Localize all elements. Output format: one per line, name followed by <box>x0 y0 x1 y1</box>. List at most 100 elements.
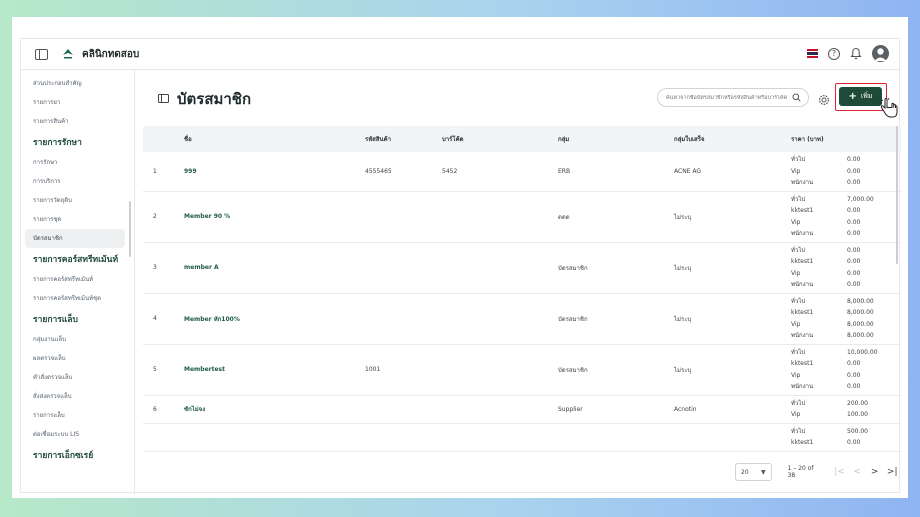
row-receipt-group: ไม่ระบุ <box>674 365 790 375</box>
column-header-name[interactable]: ชื่อ <box>181 134 365 144</box>
row-name[interactable]: member A <box>181 264 365 271</box>
search-input[interactable] <box>666 94 792 101</box>
sidebar-item[interactable]: ส่วนประกอบสำคัญ <box>25 74 125 93</box>
help-icon[interactable]: ? <box>828 47 840 60</box>
column-header-receipt-group[interactable]: กลุ่มใบเสร็จ <box>674 134 790 144</box>
row-group-text: บัตรสมาชิก <box>558 315 588 323</box>
row-index: 1 <box>143 168 181 175</box>
table-row[interactable]: 3 member A บัตรสมาชิก ไม่ระบุ ทั่วไป 0.00 kkte… <box>143 243 901 294</box>
price-value: 0.00 <box>847 371 861 379</box>
rows-per-page-select[interactable]: 20 ▼ <box>735 463 772 481</box>
sidebar-item[interactable]: ผลตรวจแล็บ <box>25 349 125 368</box>
avatar[interactable] <box>872 45 889 62</box>
row-group-text: ERB <box>558 167 571 175</box>
row-name[interactable]: Member หัก100% <box>181 314 365 324</box>
price-value: 100.00 <box>847 411 868 418</box>
thai-flag-icon[interactable] <box>807 49 818 59</box>
price-line: ทั่วไป 500.00 <box>791 426 900 438</box>
price-line: พนักงาน 8,000.00 <box>791 330 900 342</box>
price-tier: kktest1 <box>791 309 814 316</box>
sidebar-item[interactable]: ต่อเชื่อมระบบ LIS <box>25 425 125 444</box>
sidebar-item[interactable]: รายการวัตถุดิบ <box>25 191 125 210</box>
sidebar-toggle-icon[interactable] <box>35 48 48 60</box>
row-group-text: บัตรสมาชิก <box>558 366 588 374</box>
main-content: บัตรสมาชิก + เพิ่ม <box>135 70 901 494</box>
price-tier: ทั่วไป <box>791 156 806 163</box>
row-name[interactable]: ซักไม่จง <box>181 404 365 414</box>
row-receipt-group-text: Acnotin <box>674 405 697 413</box>
last-page-icon[interactable]: >| <box>883 467 901 477</box>
prev-page-icon[interactable]: < <box>848 467 866 477</box>
price-tier: kktest1 <box>791 258 814 265</box>
row-index-text: 1 <box>153 167 157 175</box>
price-line: kktest1 8,000.00 <box>791 307 900 319</box>
table-row[interactable]: 5 Membertest 1001 บัตรสมาชิก ไม่ระบุ ทั่วไป 10… <box>143 345 901 396</box>
search-box[interactable] <box>657 88 809 107</box>
sidebar-item[interactable]: รายการสินค้า <box>25 112 125 131</box>
hand-cursor-icon <box>879 97 899 123</box>
price-value: 500.00 <box>847 427 868 435</box>
row-receipt-group: ไม่ระบุ <box>674 212 790 222</box>
price-line: Vip 0.00 <box>791 217 900 229</box>
next-page-icon[interactable]: > <box>866 467 884 477</box>
price-value: 10,000.00 <box>847 348 878 356</box>
table-row[interactable]: 2 Member 90 % ดดด ไม่ระบุ ทั่วไป 7,000.00 kkte… <box>143 192 901 243</box>
row-receipt-group: ไม่ระบุ <box>674 314 790 324</box>
price-value: 0.00 <box>847 246 861 254</box>
gear-icon[interactable] <box>818 91 830 110</box>
row-name-text: Member 90 % <box>184 213 231 220</box>
add-button[interactable]: + เพิ่ม <box>839 87 882 106</box>
price-tier: พนักงาน <box>791 230 814 237</box>
screenshot-frame: คลินิกทดสอบ ? ส่วนประกอบสำคัญ รายการยา ร… <box>12 17 908 498</box>
price-value: 8,000.00 <box>847 320 874 328</box>
table-row[interactable]: ทั่วไป 500.00 kktest1 0.00 <box>143 424 901 452</box>
clinic-logo <box>61 47 75 61</box>
column-header-barcode[interactable]: บาร์โค้ด <box>442 134 558 144</box>
row-receipt-group-text: ACNE AG <box>674 167 702 175</box>
price-tier: พนักงาน <box>791 281 814 288</box>
column-header-sku[interactable]: รหัสสินค้า <box>365 134 442 144</box>
table-row[interactable]: 6 ซักไม่จง Supplier Acnotin ทั่วไป 200.00 Vip 1… <box>143 396 901 424</box>
sidebar-scrollbar[interactable] <box>129 201 131 257</box>
sidebar-item[interactable]: รายการคอร์สทรีทเม้นท์ชุด <box>25 289 125 308</box>
row-name[interactable]: Membertest <box>181 366 365 373</box>
bell-icon[interactable] <box>850 47 862 60</box>
row-prices: ทั่วไป 8,000.00 kktest1 8,000.00 Vip 8,000.00… <box>790 296 900 342</box>
price-tier: Vip <box>791 371 801 379</box>
sidebar-item[interactable]: รายการยา <box>25 93 125 112</box>
page-sidebar-icon <box>158 94 169 103</box>
sidebar-heading: รายการแล็บ <box>33 315 78 325</box>
sidebar-item[interactable]: รายการชุด <box>25 210 125 229</box>
row-index: 2 <box>143 213 181 220</box>
row-prices: ทั่วไป 500.00 kktest1 0.00 <box>790 426 900 449</box>
row-barcode: 5452 <box>442 168 558 175</box>
price-line: kktest1 0.00 <box>791 256 900 268</box>
row-index: 5 <box>143 366 181 373</box>
plus-icon: + <box>848 90 857 102</box>
table-scrollbar[interactable] <box>896 126 898 264</box>
sidebar-item-member-card[interactable]: บัตรสมาชิก <box>25 229 125 248</box>
search-icon[interactable] <box>792 93 801 102</box>
sidebar-item[interactable]: การรักษา <box>25 153 125 172</box>
table-row[interactable]: 4 Member หัก100% บัตรสมาชิก ไม่ระบุ ทั่วไป 8,… <box>143 294 901 345</box>
sidebar-item[interactable]: รายการคอร์สทรีทเม้นท์ <box>25 270 125 289</box>
row-name[interactable]: 999 <box>181 168 365 175</box>
row-name[interactable]: Member 90 % <box>181 213 365 220</box>
price-tier: kktest1 <box>791 439 814 446</box>
first-page-icon[interactable]: |< <box>831 467 849 477</box>
sidebar-item[interactable]: คำสั่งตรวจแล็บ <box>25 368 125 387</box>
price-line: Vip 0.00 <box>791 268 900 280</box>
sidebar-item[interactable]: รายการแล็บ <box>25 406 125 425</box>
sidebar-item[interactable]: สั่งส่งตรวจแล็บ <box>25 387 125 406</box>
sidebar-item[interactable]: กลุ่มงานแล็บ <box>25 330 125 349</box>
price-value: 8,000.00 <box>847 297 874 305</box>
table-row[interactable]: 1 999 4555465 5452 ERB ACNE AG ทั่วไป 0.00 Vip 0.… <box>143 152 901 192</box>
row-index-text: 3 <box>153 264 157 271</box>
price-value: 0.00 <box>847 360 861 367</box>
row-index: 4 <box>143 315 181 322</box>
column-header-price[interactable]: ราคา (บาท) <box>790 134 900 144</box>
column-header-group[interactable]: กลุ่ม <box>558 134 674 144</box>
member-card-table: ชื่อ รหัสสินค้า บาร์โค้ด กลุ่ม กลุ่มใบเส… <box>143 126 901 464</box>
row-receipt-group: ไม่ระบุ <box>674 263 790 273</box>
sidebar-item[interactable]: การบริการ <box>25 172 125 191</box>
